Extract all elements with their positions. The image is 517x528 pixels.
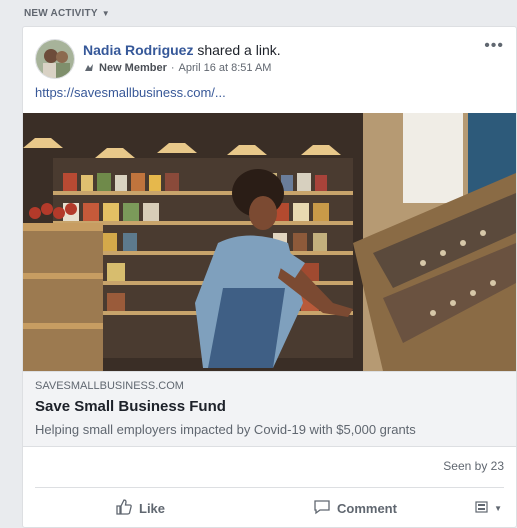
- comment-bubble-icon: [313, 498, 331, 519]
- preview-domain: SAVESMALLBUSINESS.COM: [35, 380, 184, 392]
- like-button[interactable]: Like: [115, 493, 165, 523]
- caret-down-icon: ▼: [494, 503, 502, 513]
- like-thumb-icon: [115, 498, 133, 519]
- author-name-link[interactable]: Nadia Rodriguez: [83, 42, 193, 58]
- post-timestamp[interactable]: April 16 at 8:51 AM: [179, 62, 272, 74]
- link-preview-image[interactable]: [23, 113, 516, 371]
- avatar[interactable]: [35, 39, 75, 79]
- member-badge-label: New Member: [99, 62, 167, 74]
- post-header: Nadia Rodriguez shared a link. New Membe…: [35, 38, 504, 83]
- preview-title[interactable]: Save Small Business Fund: [35, 398, 226, 415]
- caret-down-icon: ▼: [101, 9, 110, 18]
- audience-selector-button[interactable]: ▼: [474, 493, 502, 523]
- post-action-text: shared a link.: [193, 42, 281, 58]
- comment-label: Comment: [337, 500, 397, 516]
- section-label: NEW ACTIVITY: [24, 8, 98, 19]
- new-activity-header[interactable]: NEW ACTIVITY ▼: [24, 8, 110, 19]
- seen-by-count[interactable]: Seen by 23: [443, 459, 504, 473]
- post-meta: New Member · April 16 at 8:51 AM: [83, 62, 271, 74]
- author-line: Nadia Rodriguez shared a link.: [83, 42, 281, 58]
- like-label: Like: [139, 500, 166, 516]
- post-actions: Like Comment ▼: [23, 493, 516, 523]
- preview-description: Helping small employers impacted by Covi…: [35, 422, 416, 437]
- divider: [35, 487, 504, 488]
- more-options-icon[interactable]: •••: [484, 38, 504, 54]
- audience-selector-icon: [474, 500, 490, 517]
- post-card: Nadia Rodriguez shared a link. New Membe…: [22, 26, 517, 528]
- comment-button[interactable]: Comment: [313, 493, 397, 523]
- link-preview-meta[interactable]: SAVESMALLBUSINESS.COM Save Small Busines…: [23, 371, 516, 447]
- shared-url-link[interactable]: https://savesmallbusiness.com/...: [35, 85, 226, 100]
- meta-separator: ·: [170, 62, 175, 74]
- new-member-badge-icon: [83, 62, 95, 74]
